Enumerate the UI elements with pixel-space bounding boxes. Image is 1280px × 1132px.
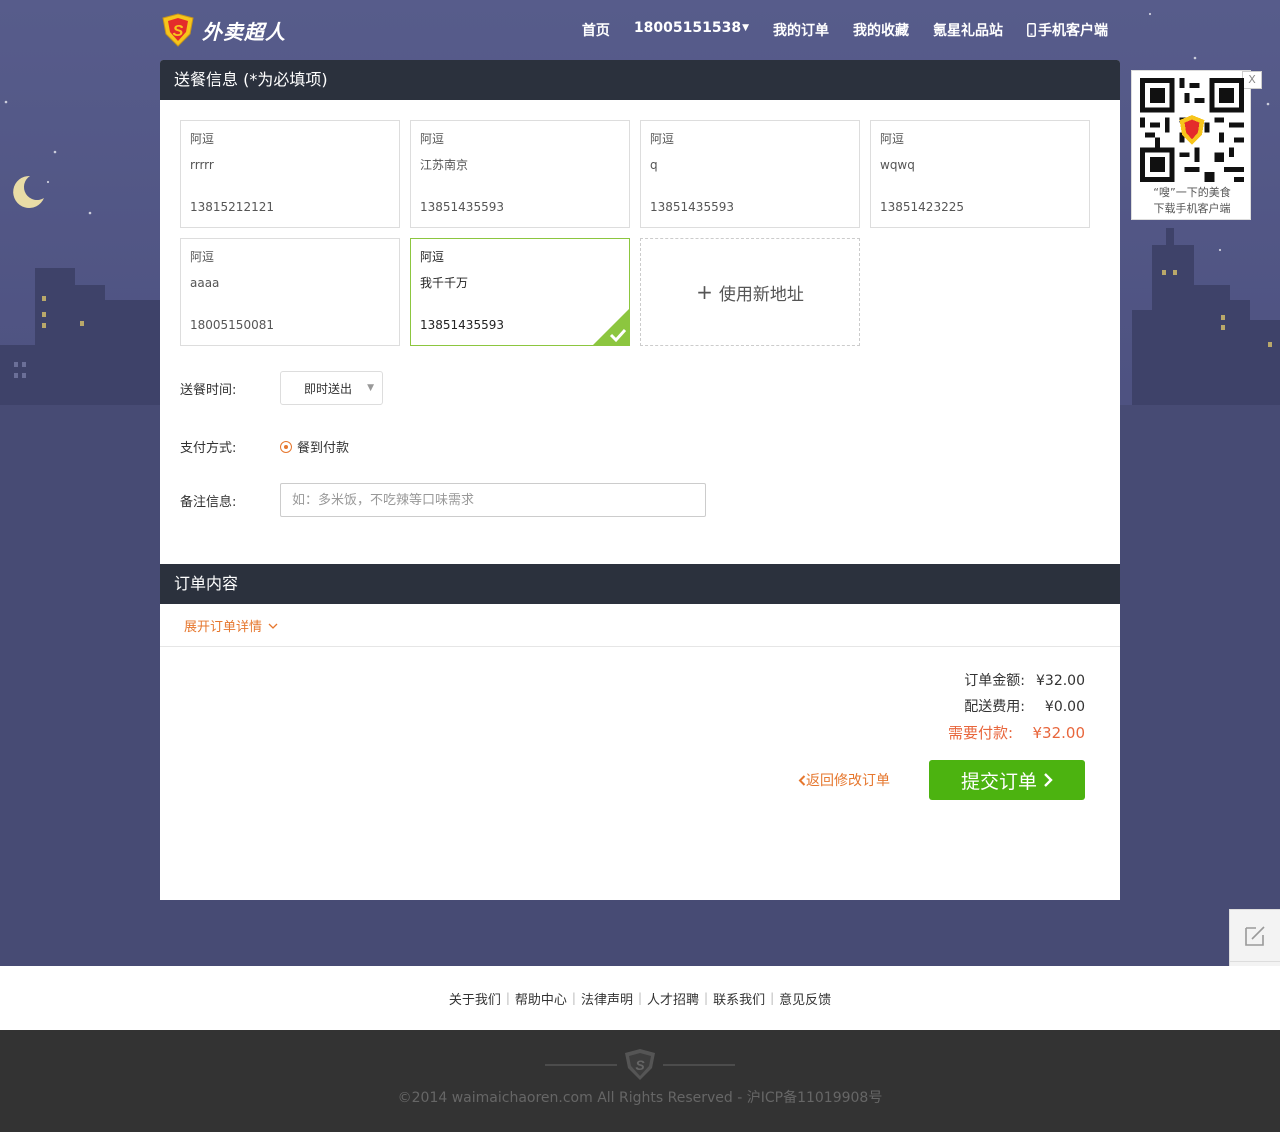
address-street: 我千千万 [420,276,469,290]
chevron-left-icon [798,775,806,786]
note-row: 备注信息: [180,483,706,517]
order-amount-row: 订单金额: ¥32.00 [948,668,1085,694]
delivery-info-heading: 送餐信息 (*为必填项) [160,60,1120,100]
delivery-fee-row: 配送费用: ¥0.00 [948,694,1085,720]
payment-radio[interactable] [280,440,292,453]
footer-bottom: S ©2014 waimaichaoren.com All Rights Res… [0,1030,1280,1132]
address-street: q [650,158,658,172]
qr-code-icon [1140,78,1244,182]
dropdown-arrow-icon: ▼ [367,383,374,393]
address-card[interactable]: 阿逗 rrrrr 13815212121 [180,120,400,228]
feedback-tool-button[interactable] [1230,910,1280,961]
address-street: wqwq [880,158,915,172]
account-phone: 18005151538 [633,20,742,36]
delivery-time-select[interactable]: 即时送出 ▼ [280,371,383,405]
amount-due-value: ¥32.00 [1032,724,1086,742]
plus-icon: + [696,280,713,304]
amount-due-row: 需要付款: ¥32.00 [948,720,1085,746]
edit-icon [1245,925,1265,946]
address-card-selected[interactable]: 阿逗 我千千万 13851435593 [410,238,630,346]
chevron-down-icon [268,623,278,629]
submit-order-button[interactable]: 提交订单 [929,760,1085,800]
order-content-heading: 订单内容 [160,564,1120,604]
app-download-qr-panel: X “嗖”一下的美食 下载手机客户端 [1131,70,1262,220]
address-card[interactable]: 阿逗 q 13851435593 [640,120,860,228]
nav-home[interactable]: 首页 [582,20,610,40]
address-phone: 13851435593 [420,200,504,214]
address-card[interactable]: 阿逗 wqwq 13851423225 [870,120,1090,228]
address-street: rrrrr [190,158,214,172]
address-street: 江苏南京 [420,158,469,172]
footer-link-feedback[interactable]: 意见反馈 [774,989,836,1008]
note-input[interactable] [280,483,706,517]
address-name: 阿逗 [190,132,215,146]
address-phone: 13815212121 [190,200,274,214]
note-label: 备注信息: [180,494,237,510]
new-address-button[interactable]: + 使用新地址 [640,238,860,346]
top-nav: 首页 18005151538▼ 我的订单 我的收藏 氪星礼品站 手机客户端 [582,20,1108,40]
address-name: 阿逗 [420,132,445,146]
nav-my-orders[interactable]: 我的订单 [773,20,829,40]
delivery-time-label: 送餐时间: [180,382,237,398]
site-logo[interactable]: S 外卖超人 [160,12,286,48]
footer-link-contact[interactable]: 联系我们 [708,989,770,1008]
address-phone: 13851423225 [880,200,964,214]
nav-mobile-label: 手机客户端 [1038,23,1108,39]
address-card[interactable]: 阿逗 aaaa 18005150081 [180,238,400,346]
back-label: 返回修改订单 [806,773,890,789]
divider [160,646,1120,647]
delivery-fee-value: ¥0.00 [1044,699,1085,715]
delivery-time-row: 送餐时间: 即时送出 ▼ [180,371,383,405]
footer-link-jobs[interactable]: 人才招聘 [642,989,704,1008]
selected-check-icon [592,308,630,346]
new-address-label: 使用新地址 [718,284,804,305]
delivery-time-value: 即时送出 [304,381,353,396]
address-phone: 18005150081 [190,318,274,332]
chevron-right-icon [1044,773,1053,787]
address-phone: 13851435593 [420,318,504,332]
qr-caption-line2: 下载手机客户端 [1153,202,1231,215]
address-card[interactable]: 阿逗 江苏南京 13851435593 [410,120,630,228]
svg-text:S: S [635,1057,645,1073]
back-to-edit-order-link[interactable]: 返回修改订单 [798,770,890,790]
phone-icon [1027,23,1036,37]
nav-account[interactable]: 18005151538▼ [634,20,749,40]
footer-link-about[interactable]: 关于我们 [444,989,506,1008]
order-amount-label: 订单金额: [964,673,1025,689]
payment-option-label[interactable]: 餐到付款 [297,437,349,456]
footer-logo-emblem-icon: S [545,1049,735,1080]
copyright-text: ©2014 waimaichaoren.com All Rights Reser… [397,1090,883,1106]
footer-links: 关于我们 | 帮助中心 | 法律声明 | 人才招聘 | 联系我们 | 意见反馈 [0,966,1280,1030]
submit-label: 提交订单 [960,771,1037,793]
order-summary: 订单金额: ¥32.00 配送费用: ¥0.00 需要付款: ¥32.00 [948,668,1085,746]
svg-text:S: S [173,23,184,40]
expand-label: 展开订单详情 [184,620,263,635]
address-name: 阿逗 [190,250,215,264]
address-name: 阿逗 [650,132,675,146]
nav-favorites[interactable]: 我的收藏 [853,20,909,40]
expand-order-details-toggle[interactable]: 展开订单详情 [184,616,278,635]
delivery-fee-label: 配送费用: [964,699,1025,715]
qr-caption: “嗖”一下的美食 下载手机客户端 [1132,185,1252,217]
qr-caption-line1: “嗖”一下的美食 [1153,186,1231,199]
amount-due-label: 需要付款: [947,724,1013,742]
address-phone: 13851435593 [650,200,734,214]
order-content-section: 订单内容 [160,564,1120,604]
address-name: 阿逗 [420,250,445,264]
payment-row: 支付方式: 餐到付款 [180,437,349,456]
nav-mobile-client[interactable]: 手机客户端 [1027,20,1108,40]
address-street: aaaa [190,276,220,290]
nav-gift-station[interactable]: 氪星礼品站 [933,20,1003,40]
payment-label: 支付方式: [180,441,237,456]
address-name: 阿逗 [880,132,905,146]
footer-link-help[interactable]: 帮助中心 [510,989,572,1008]
close-qr-button[interactable]: X [1242,71,1262,89]
site-name: 外卖超人 [202,19,286,44]
superman-shield-icon: S [162,13,194,47]
caret-down-icon: ▼ [742,23,749,33]
footer-link-legal[interactable]: 法律声明 [576,989,638,1008]
order-amount-value: ¥32.00 [1036,673,1085,689]
checkout-card: 送餐信息 (*为必填项) 阿逗 rrrrr 13815212121 阿逗 江苏南… [160,60,1120,900]
